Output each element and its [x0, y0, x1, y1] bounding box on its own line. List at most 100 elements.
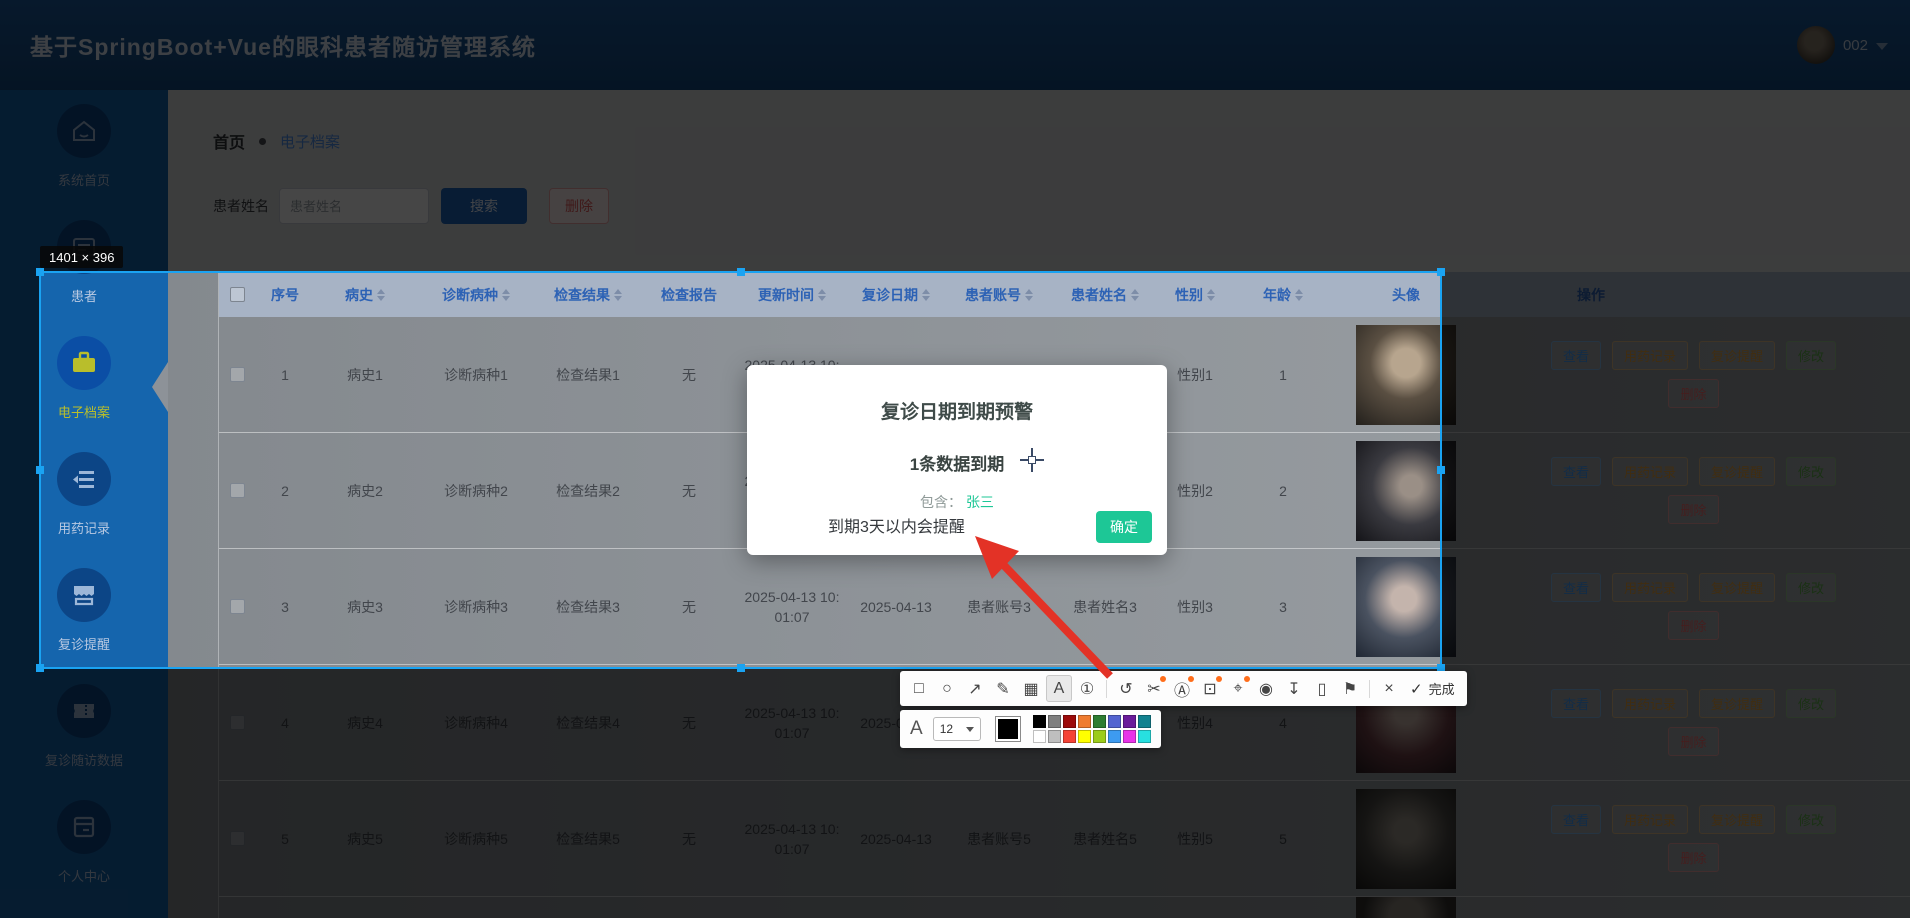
sort-caret-icon[interactable] [1295, 289, 1303, 301]
column-header: 序号 [255, 285, 315, 305]
ellipse-tool-icon[interactable]: ○ [934, 675, 960, 702]
color-swatch[interactable] [1063, 730, 1076, 743]
cell-history: 病史2 [315, 481, 415, 501]
dim-overlay-top [0, 0, 1910, 272]
selection-handle[interactable] [36, 268, 44, 276]
arrow-tool-icon[interactable]: ↗ [962, 675, 988, 702]
selection-size-label: 1401 × 396 [40, 246, 123, 268]
sort-caret-icon[interactable] [818, 289, 826, 301]
mosaic-tool-icon[interactable]: ▦ [1018, 675, 1044, 702]
color-swatch[interactable] [1078, 730, 1091, 743]
dim-overlay-left [0, 272, 40, 668]
select-all-cell [219, 287, 255, 302]
rect-tool-icon[interactable]: □ [906, 675, 932, 702]
sidebar-item-label: 复诊提醒 [58, 634, 110, 653]
sort-caret-icon[interactable] [377, 289, 385, 301]
cell-age: 3 [1231, 597, 1335, 617]
cell-disease: 诊断病种2 [415, 481, 537, 501]
cell-disease: 诊断病种3 [415, 597, 537, 617]
confirm-button[interactable]: 确定 [1096, 511, 1152, 543]
select-all-checkbox[interactable] [230, 287, 245, 302]
font-size-select[interactable]: 12 [933, 717, 981, 741]
patient-link[interactable]: 张三 [966, 494, 994, 510]
ocr-icon[interactable]: ⊡ [1197, 675, 1223, 702]
column-header[interactable]: 复诊日期 [845, 285, 947, 305]
toolbar-separator [1106, 680, 1107, 698]
selection-handle[interactable] [737, 664, 745, 672]
sort-caret-icon[interactable] [1207, 289, 1215, 301]
text-tool-glyph: A [910, 718, 923, 740]
row-checkbox[interactable] [230, 367, 245, 382]
sidebar-item-label: 患者 [71, 286, 97, 305]
column-header[interactable]: 更新时间 [739, 285, 845, 305]
close-icon[interactable]: × [1376, 675, 1402, 702]
cell-gender: 性别3 [1159, 597, 1231, 617]
selection-handle[interactable] [36, 664, 44, 672]
phone-icon[interactable]: ▯ [1309, 675, 1335, 702]
cell-report: 无 [639, 481, 739, 501]
notification-dot [1244, 676, 1250, 682]
check-icon: ✓ [1410, 680, 1423, 698]
current-color-swatch[interactable] [995, 716, 1021, 742]
selection-handle[interactable] [1437, 268, 1445, 276]
notification-dot [1188, 676, 1194, 682]
cell-account: 患者账号3 [947, 597, 1051, 617]
color-swatch[interactable] [1048, 715, 1061, 728]
column-header[interactable]: 诊断病种 [415, 285, 537, 305]
revisit-warning-modal: 复诊日期到期预警 1条数据到期 包含： 张三 到期3天以内会提醒 确定 [747, 365, 1167, 555]
column-header[interactable]: 患者姓名 [1051, 285, 1159, 305]
reminder-icon [57, 568, 111, 622]
color-swatch[interactable] [1123, 715, 1136, 728]
color-swatch[interactable] [1048, 730, 1061, 743]
cell-result: 检查结果2 [537, 481, 639, 501]
text-style-panel: A 12 [900, 710, 1161, 748]
selection-handle[interactable] [36, 466, 44, 474]
color-swatch[interactable] [1033, 715, 1046, 728]
record-icon[interactable]: ◉ [1253, 675, 1279, 702]
sort-caret-icon[interactable] [502, 289, 510, 301]
sort-caret-icon[interactable] [614, 289, 622, 301]
medication-list-icon [57, 452, 111, 506]
row-checkbox[interactable] [230, 599, 245, 614]
column-header[interactable]: 病史 [315, 285, 415, 305]
color-swatch[interactable] [1123, 730, 1136, 743]
download-icon[interactable]: ↧ [1281, 675, 1307, 702]
cell-report: 无 [639, 365, 739, 385]
sort-caret-icon[interactable] [922, 289, 930, 301]
undo-icon[interactable]: ↺ [1113, 675, 1139, 702]
cell-seq: 2 [255, 481, 315, 501]
sort-caret-icon[interactable] [1131, 289, 1139, 301]
color-swatch[interactable] [1093, 730, 1106, 743]
clip-icon[interactable]: ✂ [1141, 675, 1167, 702]
pin-icon[interactable]: ⌖ [1225, 675, 1251, 702]
selection-handle[interactable] [1437, 466, 1445, 474]
translate-icon[interactable]: Ⓐ [1169, 675, 1195, 702]
text-tool-icon[interactable]: A [1046, 675, 1072, 702]
color-swatch[interactable] [1093, 715, 1106, 728]
column-header[interactable]: 年龄 [1231, 285, 1335, 305]
pen-tool-icon[interactable]: ✎ [990, 675, 1016, 702]
column-header[interactable]: 检查结果 [537, 285, 639, 305]
modal-contains-line: 包含： 张三 [747, 492, 1167, 512]
color-swatch[interactable] [1033, 730, 1046, 743]
color-swatch[interactable] [1063, 715, 1076, 728]
cell-report: 无 [639, 597, 739, 617]
cell-gender: 性别2 [1159, 481, 1231, 501]
bookmark-icon[interactable]: ⚑ [1337, 675, 1363, 702]
done-button[interactable]: ✓完成 [1404, 679, 1461, 698]
color-swatch[interactable] [1138, 730, 1151, 743]
number-badge-tool-icon[interactable]: ① [1074, 675, 1100, 702]
modal-note: 到期3天以内会提醒 [828, 513, 965, 537]
modal-title: 复诊日期到期预警 [747, 397, 1167, 424]
column-header[interactable]: 性别 [1159, 285, 1231, 305]
color-swatch[interactable] [1138, 715, 1151, 728]
color-swatch[interactable] [1108, 715, 1121, 728]
sort-caret-icon[interactable] [1025, 289, 1033, 301]
notification-dot [1160, 676, 1166, 682]
dim-overlay-right [1441, 272, 1910, 668]
selection-handle[interactable] [737, 268, 745, 276]
row-checkbox[interactable] [230, 483, 245, 498]
color-swatch[interactable] [1108, 730, 1121, 743]
column-header[interactable]: 患者账号 [947, 285, 1051, 305]
color-swatch[interactable] [1078, 715, 1091, 728]
